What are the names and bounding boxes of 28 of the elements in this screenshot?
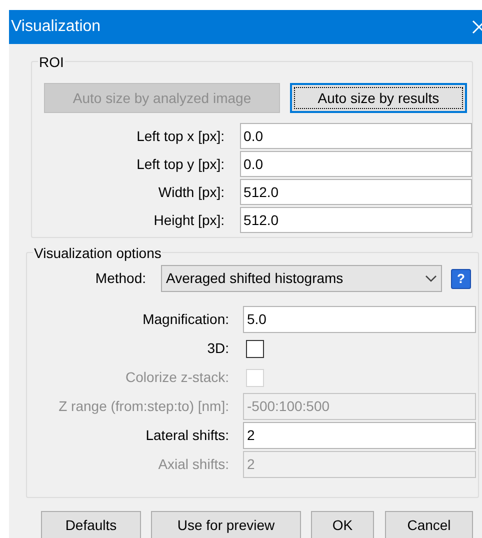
help-button[interactable]: ? <box>451 268 471 288</box>
auto-size-button[interactable]: Auto size by results <box>290 83 467 113</box>
window-title: Visualization <box>11 17 101 37</box>
field-label: Magnification: <box>142 310 229 329</box>
dialog-button[interactable]: Cancel <box>385 511 473 538</box>
dialog-button[interactable]: OK <box>311 511 374 538</box>
field-label: Z range (from:step:to) [nm]: <box>58 397 229 416</box>
input-field[interactable]: 0.0 <box>240 123 472 149</box>
field-label: Lateral shifts: <box>144 426 229 445</box>
checkbox[interactable] <box>246 340 264 358</box>
chevron-icon <box>425 274 437 282</box>
field-label: Left top y [px]: <box>136 154 225 174</box>
field-label: Axial shifts: <box>157 455 229 474</box>
method-label: Method: <box>94 269 146 288</box>
field-label: Height [px]: <box>152 210 225 230</box>
dialog-button[interactable]: Use for preview <box>151 511 301 538</box>
dialog-button[interactable]: Defaults <box>41 511 141 538</box>
method-dropdown[interactable]: Averaged shifted histograms <box>161 265 442 292</box>
input-field[interactable]: 512.0 <box>240 179 472 205</box>
input-field[interactable]: 512.0 <box>240 207 472 233</box>
input-field[interactable]: 2 <box>243 422 476 449</box>
close-icon[interactable] <box>472 20 482 34</box>
field-label: Left top x [px]: <box>136 126 225 146</box>
input-field[interactable]: 0.0 <box>240 151 472 177</box>
field-label: 3D: <box>206 339 229 358</box>
field-label: Width [px]: <box>157 182 225 202</box>
field-label: Colorize z-stack: <box>124 368 229 387</box>
input-field[interactable]: 5.0 <box>243 306 476 333</box>
